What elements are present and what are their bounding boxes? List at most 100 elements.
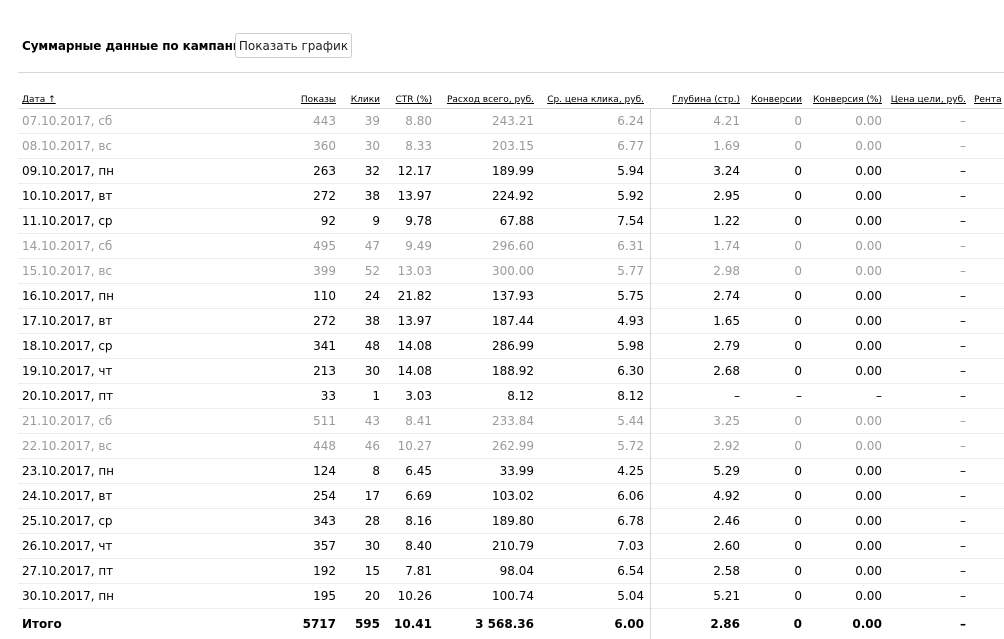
cell-shows: 495 bbox=[313, 239, 336, 253]
cell-cpc: 7.54 bbox=[617, 214, 644, 228]
total-spend: 3 568.36 bbox=[475, 617, 534, 631]
column-header-spend[interactable]: Расход всего, руб. bbox=[438, 85, 534, 108]
cell-conv: 0 bbox=[794, 114, 802, 128]
cell-clicks: 39 bbox=[364, 114, 380, 128]
cell-shows: 213 bbox=[313, 364, 336, 378]
cell-goalcost: – bbox=[960, 464, 966, 478]
cell-spend: 296.60 bbox=[492, 239, 534, 253]
cell-goalcost: – bbox=[960, 389, 966, 403]
cell-shows: 192 bbox=[313, 564, 336, 578]
cell-shows: 263 bbox=[313, 164, 336, 178]
column-header-date[interactable]: Дата ↑ bbox=[22, 85, 172, 108]
cell-spend: 33.99 bbox=[499, 464, 534, 478]
cell-goalcost: – bbox=[960, 114, 966, 128]
cell-conv: 0 bbox=[794, 539, 802, 553]
cell-conv: 0 bbox=[794, 189, 802, 203]
cell-convrate: 0.00 bbox=[855, 539, 882, 553]
cell-spend: 188.92 bbox=[492, 364, 534, 378]
cell-clicks: 43 bbox=[364, 414, 380, 428]
cell-depth: 3.25 bbox=[713, 414, 740, 428]
cell-ctr: 13.97 bbox=[397, 189, 432, 203]
cell-convrate: 0.00 bbox=[855, 589, 882, 603]
column-header-conv[interactable]: Конверсии bbox=[744, 85, 802, 108]
cell-date: 17.10.2017, вт bbox=[22, 314, 113, 328]
table-row: 09.10.2017, пн 263 32 12.17 189.99 5.94 3.24 0 0… bbox=[18, 159, 1004, 184]
cell-spend: 233.84 bbox=[492, 414, 534, 428]
table-header: Дата ↑ Показы Клики CTR (%) Расход всего, ру… bbox=[18, 85, 1004, 109]
cell-cpc: 5.77 bbox=[617, 264, 644, 278]
cell-cpc: 6.54 bbox=[617, 564, 644, 578]
cell-cpc: 5.72 bbox=[617, 439, 644, 453]
cell-ctr: 14.08 bbox=[397, 364, 432, 378]
cell-spend: 100.74 bbox=[492, 589, 534, 603]
cell-cpc: 6.06 bbox=[617, 489, 644, 503]
cell-shows: 195 bbox=[313, 589, 336, 603]
cell-goalcost: – bbox=[960, 489, 966, 503]
cell-shows: 33 bbox=[320, 389, 336, 403]
cell-depth: 2.92 bbox=[713, 439, 740, 453]
cell-conv: 0 bbox=[794, 564, 802, 578]
cell-cpc: 4.25 bbox=[617, 464, 644, 478]
total-depth: 2.86 bbox=[710, 617, 740, 631]
cell-convrate: 0.00 bbox=[855, 439, 882, 453]
cell-cpc: 6.78 bbox=[617, 514, 644, 528]
cell-date: 14.10.2017, сб bbox=[22, 239, 113, 253]
cell-depth: 1.69 bbox=[713, 139, 740, 153]
cell-cpc: 5.44 bbox=[617, 414, 644, 428]
cell-depth: 2.95 bbox=[713, 189, 740, 203]
cell-convrate: 0.00 bbox=[855, 464, 882, 478]
column-header-shows[interactable]: Показы bbox=[268, 85, 336, 108]
cell-convrate: 0.00 bbox=[855, 414, 882, 428]
cell-clicks: 15 bbox=[364, 564, 380, 578]
cell-date: 23.10.2017, пн bbox=[22, 464, 115, 478]
column-header-cpc[interactable]: Ср. цена клика, руб. bbox=[538, 85, 644, 108]
column-header-ctr[interactable]: CTR (%) bbox=[384, 85, 432, 108]
cell-cpc: 4.93 bbox=[617, 314, 644, 328]
column-header-convrate[interactable]: Конверсия (%) bbox=[806, 85, 882, 108]
cell-conv: 0 bbox=[794, 339, 802, 353]
total-clicks: 595 bbox=[354, 617, 380, 631]
cell-shows: 341 bbox=[313, 339, 336, 353]
cell-ctr: 3.03 bbox=[405, 389, 432, 403]
column-header-clicks[interactable]: Клики bbox=[338, 85, 380, 108]
cell-goalcost: – bbox=[960, 164, 966, 178]
cell-ctr: 8.40 bbox=[405, 539, 432, 553]
cell-ctr: 8.16 bbox=[405, 514, 432, 528]
cell-goalcost: – bbox=[960, 239, 966, 253]
cell-conv: 0 bbox=[794, 589, 802, 603]
cell-depth: 2.60 bbox=[713, 539, 740, 553]
cell-ctr: 12.17 bbox=[397, 164, 432, 178]
stats-table: Дата ↑ Показы Клики CTR (%) Расход всего, ру… bbox=[18, 85, 1004, 639]
cell-convrate: 0.00 bbox=[855, 314, 882, 328]
cell-ctr: 6.45 bbox=[405, 464, 432, 478]
cell-clicks: 32 bbox=[364, 164, 380, 178]
table-row: 11.10.2017, ср 92 9 9.78 67.88 7.54 1.22 0 0.00 – bbox=[18, 209, 1004, 234]
cell-shows: 272 bbox=[313, 189, 336, 203]
cell-spend: 137.93 bbox=[492, 289, 534, 303]
cell-convrate: 0.00 bbox=[855, 164, 882, 178]
cell-ctr: 8.41 bbox=[405, 414, 432, 428]
column-header-profit[interactable]: Рента bbox=[974, 85, 1004, 108]
cell-shows: 360 bbox=[313, 139, 336, 153]
cell-cpc: 7.03 bbox=[617, 539, 644, 553]
cell-spend: 187.44 bbox=[492, 314, 534, 328]
cell-clicks: 30 bbox=[364, 139, 380, 153]
cell-convrate: 0.00 bbox=[855, 514, 882, 528]
table-body: 07.10.2017, сб 443 39 8.80 243.21 6.24 4.21 0 0.… bbox=[18, 109, 1004, 639]
cell-spend: 224.92 bbox=[492, 189, 534, 203]
cell-clicks: 24 bbox=[364, 289, 380, 303]
cell-date: 10.10.2017, вт bbox=[22, 189, 113, 203]
cell-conv: 0 bbox=[794, 414, 802, 428]
cell-goalcost: – bbox=[960, 264, 966, 278]
column-header-goalcost[interactable]: Цена цели, руб. bbox=[884, 85, 966, 108]
show-chart-button[interactable]: Показать график bbox=[235, 33, 352, 58]
cell-cpc: 5.04 bbox=[617, 589, 644, 603]
cell-spend: 8.12 bbox=[507, 389, 534, 403]
cell-clicks: 38 bbox=[364, 314, 380, 328]
column-header-depth[interactable]: Глубина (стр.) bbox=[650, 85, 740, 108]
cell-convrate: 0.00 bbox=[855, 339, 882, 353]
cell-shows: 92 bbox=[320, 214, 336, 228]
cell-depth: 2.98 bbox=[713, 264, 740, 278]
cell-clicks: 9 bbox=[372, 214, 380, 228]
cell-spend: 286.99 bbox=[492, 339, 534, 353]
